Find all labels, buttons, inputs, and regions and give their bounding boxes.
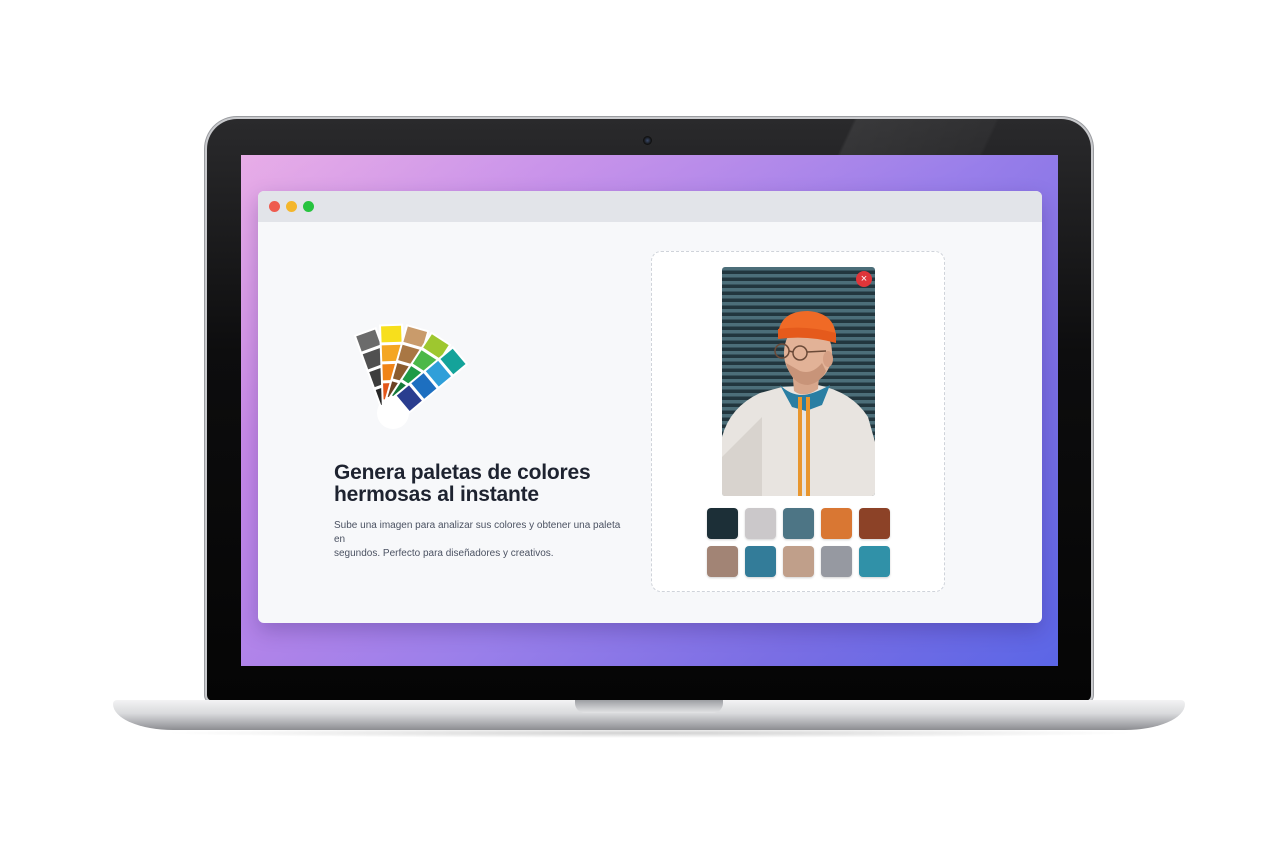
- uploaded-photo: [722, 267, 875, 496]
- color-swatch[interactable]: [783, 546, 814, 577]
- page-title-line-1: Genera paletas de colores: [334, 461, 591, 484]
- palette-swatches: [707, 508, 892, 577]
- color-swatch[interactable]: [745, 546, 776, 577]
- window-titlebar: [258, 191, 1042, 222]
- page-title-line-2: hermosas al instante: [334, 483, 539, 506]
- page-title: Genera paletas de colores hermosas al in…: [334, 462, 634, 506]
- camera-icon: [643, 136, 652, 145]
- minimize-window-button[interactable]: [286, 201, 297, 212]
- color-swatch[interactable]: [783, 508, 814, 539]
- laptop-screen: Genera paletas de colores hermosas al in…: [241, 155, 1058, 666]
- color-swatch[interactable]: [707, 546, 738, 577]
- color-swatch[interactable]: [859, 546, 890, 577]
- remove-image-button[interactable]: ×: [856, 271, 872, 287]
- color-swatch[interactable]: [745, 508, 776, 539]
- close-window-button[interactable]: [269, 201, 280, 212]
- color-swatch[interactable]: [859, 508, 890, 539]
- color-fan-icon: [353, 323, 469, 429]
- page-subtitle-line-2: segundos. Perfecto para diseñadores y cr…: [334, 548, 554, 559]
- laptop-notch: [575, 700, 723, 713]
- color-swatch[interactable]: [707, 508, 738, 539]
- maximize-window-button[interactable]: [303, 201, 314, 212]
- page-subtitle-line-1: Sube una imagen para analizar sus colore…: [334, 520, 621, 545]
- upload-card[interactable]: ×: [651, 251, 945, 592]
- color-swatch[interactable]: [821, 508, 852, 539]
- browser-window: Genera paletas de colores hermosas al in…: [258, 191, 1042, 623]
- color-swatch[interactable]: [821, 546, 852, 577]
- page-subtitle: Sube una imagen para analizar sus colore…: [334, 519, 634, 561]
